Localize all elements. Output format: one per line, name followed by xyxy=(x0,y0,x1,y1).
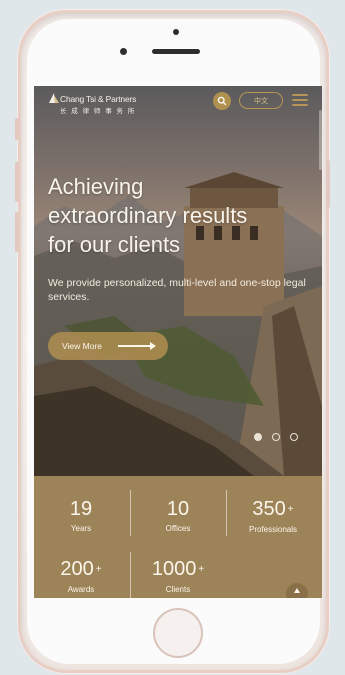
search-button[interactable] xyxy=(213,92,231,110)
carousel-dot-2[interactable] xyxy=(272,433,280,441)
power-button xyxy=(326,160,330,208)
carousel-dot-1[interactable] xyxy=(254,433,262,441)
logo-text-chinese: 长 成 律 师 事 务 所 xyxy=(60,108,136,115)
stat-value: 10 xyxy=(166,498,190,520)
stat-value: 19 xyxy=(69,498,93,520)
logo-text-english[interactable]: Chang Tsi & Partners xyxy=(60,94,136,104)
stat-label: Offices xyxy=(165,524,191,533)
proximity-sensor xyxy=(173,29,179,35)
site-header: Chang Tsi & Partners 长 成 律 师 事 务 所 中文 xyxy=(34,86,322,122)
arrow-right-icon xyxy=(118,345,154,347)
divider xyxy=(130,552,131,598)
volume-down-button xyxy=(15,212,19,252)
stat-label: Clients xyxy=(165,584,191,594)
earpiece-speaker xyxy=(152,49,200,54)
home-button[interactable] xyxy=(153,608,203,658)
stat-label: Awards xyxy=(67,584,95,594)
hero-banner: Chang Tsi & Partners 长 成 律 师 事 务 所 中文 Ac… xyxy=(34,86,322,476)
view-more-label: View More xyxy=(62,341,102,351)
divider xyxy=(130,490,131,536)
view-more-button[interactable]: View More xyxy=(48,332,168,360)
stat-plus: + xyxy=(287,503,294,515)
carousel-dots xyxy=(254,433,298,441)
search-icon xyxy=(217,96,227,106)
carousel-dot-3[interactable] xyxy=(290,433,298,441)
logo-mark-icon[interactable] xyxy=(48,92,60,104)
hero-subtext: We provide personalized, multi-level and… xyxy=(48,277,306,303)
mute-switch xyxy=(15,118,19,140)
front-camera-icon xyxy=(120,48,127,55)
headline-line-2: extraordinary results xyxy=(48,203,248,228)
stat-professionals: 350 + Professionals xyxy=(228,498,318,534)
website-screen: Chang Tsi & Partners 长 成 律 师 事 务 所 中文 Ac… xyxy=(34,86,322,598)
volume-up-button xyxy=(15,162,19,202)
chevron-up-icon xyxy=(294,588,300,593)
stats-section: 19 Years 10 Offices 350 + Professionals 2… xyxy=(34,476,322,598)
headline-line-1: Achieving xyxy=(48,174,144,199)
stat-clients: 1000 + Clients xyxy=(133,558,223,594)
hero-headline: Achieving extraordinary results for our … xyxy=(48,172,318,259)
language-switch-button[interactable]: 中文 xyxy=(239,92,283,109)
stat-plus: + xyxy=(198,563,205,575)
stat-value: 200 xyxy=(60,558,94,580)
stat-value: 1000 xyxy=(151,558,197,580)
arrow-head-icon xyxy=(150,342,156,350)
stat-plus: + xyxy=(95,563,102,575)
stat-years: 19 Years xyxy=(36,498,126,533)
stat-awards: 200 + Awards xyxy=(36,558,126,594)
stat-label: Professionals xyxy=(248,524,298,534)
headline-line-3: for our clients xyxy=(48,232,181,257)
stat-value: 350 xyxy=(252,498,286,520)
back-to-top-button[interactable] xyxy=(286,583,308,598)
divider xyxy=(226,490,227,536)
stat-offices: 10 Offices xyxy=(133,498,223,533)
hamburger-menu-icon[interactable] xyxy=(292,94,308,106)
stat-label: Years xyxy=(70,524,92,533)
scrollbar[interactable] xyxy=(319,110,322,170)
